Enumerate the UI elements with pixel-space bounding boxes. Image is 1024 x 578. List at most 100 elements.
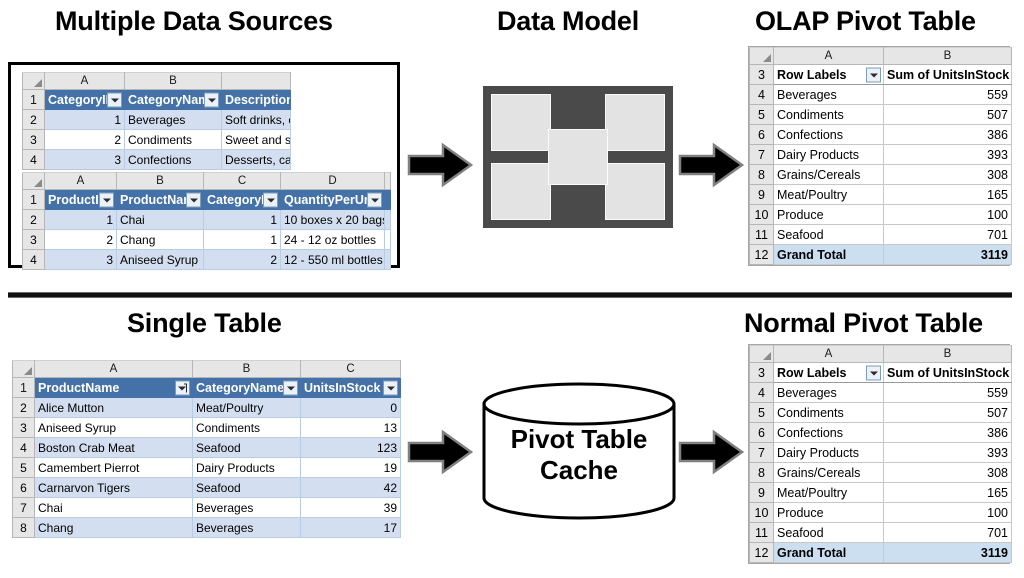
table-row[interactable]: 6 Confections 386 bbox=[749, 124, 1012, 145]
row-number[interactable]: 12 bbox=[749, 542, 774, 563]
row-number[interactable]: 7 bbox=[12, 497, 35, 518]
cell-value[interactable]: 701 bbox=[883, 224, 1012, 245]
row-number[interactable]: 9 bbox=[749, 482, 774, 503]
cell-unitsinstock[interactable]: 123 bbox=[300, 437, 401, 458]
header-unitsinstock[interactable]: UnitsInStock bbox=[300, 377, 401, 398]
table-row[interactable]: 3 Aniseed Syrup Condiments 13 bbox=[12, 417, 401, 438]
filter-dropdown-icon[interactable] bbox=[99, 192, 114, 207]
cell-description[interactable]: Sweet and sa bbox=[221, 129, 291, 150]
cell-grand-total-label[interactable]: Grand Total bbox=[773, 542, 884, 563]
cell-productname[interactable]: Aniseed Syrup bbox=[116, 249, 204, 270]
cell-categoryid[interactable]: 1 bbox=[44, 109, 125, 130]
column-letter-a[interactable]: A bbox=[44, 72, 125, 90]
column-letter-a[interactable]: A bbox=[773, 47, 884, 65]
table-row[interactable]: 6 Carnarvon Tigers Seafood 42 bbox=[12, 477, 401, 498]
filter-dropdown-icon[interactable] bbox=[107, 92, 122, 107]
cell-row-label[interactable]: Beverages bbox=[773, 382, 884, 403]
row-number[interactable]: 11 bbox=[749, 224, 774, 245]
cell-productname[interactable]: Aniseed Syrup bbox=[34, 417, 193, 438]
cell-row-label[interactable]: Meat/Poultry bbox=[773, 184, 884, 205]
row-number[interactable]: 4 bbox=[12, 437, 35, 458]
select-all-corner-icon[interactable] bbox=[12, 360, 35, 378]
table-row[interactable]: 4 Beverages 559 bbox=[749, 382, 1012, 403]
table-row[interactable]: 4 3 Aniseed Syrup 2 12 - 550 ml bottles bbox=[22, 249, 391, 270]
cell-productid[interactable]: 1 bbox=[44, 209, 117, 230]
cell-row-label[interactable]: Condiments bbox=[773, 104, 884, 125]
row-number[interactable]: 4 bbox=[749, 382, 774, 403]
cell-productname[interactable]: Chai bbox=[116, 209, 204, 230]
table-row[interactable]: 8 Grains/Cereals 308 bbox=[749, 462, 1012, 483]
cell-categoryname[interactable]: Seafood bbox=[192, 477, 301, 498]
row-number[interactable]: 6 bbox=[749, 124, 774, 145]
row-number[interactable]: 6 bbox=[749, 422, 774, 443]
grand-total-row[interactable]: 12 Grand Total 3119 bbox=[749, 244, 1012, 265]
cell-row-label[interactable]: Condiments bbox=[773, 402, 884, 423]
categories-worksheet[interactable]: A B 1 CategoryID CategoryName Descriptio… bbox=[22, 72, 291, 170]
select-all-corner-icon[interactable] bbox=[22, 172, 45, 190]
table-row[interactable]: 11 Seafood 701 bbox=[749, 522, 1012, 543]
row-number[interactable]: 4 bbox=[22, 149, 45, 170]
row-number[interactable]: 8 bbox=[749, 164, 774, 185]
filter-dropdown-icon[interactable] bbox=[283, 380, 298, 395]
cell-productid[interactable]: 2 bbox=[44, 229, 117, 250]
row-number[interactable]: 12 bbox=[749, 244, 774, 265]
table-row[interactable]: 8 Grains/Cereals 308 bbox=[749, 164, 1012, 185]
row-number[interactable]: 8 bbox=[749, 462, 774, 483]
cell-row-label[interactable]: Dairy Products bbox=[773, 442, 884, 463]
filter-dropdown-icon[interactable] bbox=[204, 92, 219, 107]
cell-productname[interactable]: Chang bbox=[34, 517, 193, 538]
table-row[interactable]: 2 Alice Mutton Meat/Poultry 0 bbox=[12, 397, 401, 418]
table-row[interactable]: 5 Condiments 507 bbox=[749, 402, 1012, 423]
cell-unitsinstock[interactable]: 19 bbox=[300, 457, 401, 478]
header-productid[interactable]: ProductID bbox=[44, 189, 117, 210]
filter-dropdown-icon[interactable] bbox=[367, 192, 382, 207]
cell-productname[interactable]: Boston Crab Meat bbox=[34, 437, 193, 458]
cell-quantityperunit[interactable]: 10 boxes x 20 bags bbox=[280, 209, 385, 230]
row-number[interactable]: 1 bbox=[12, 377, 35, 398]
filter-dropdown-icon[interactable] bbox=[186, 192, 201, 207]
column-letter-a[interactable]: A bbox=[34, 360, 193, 378]
header-description[interactable]: Description bbox=[221, 89, 291, 110]
table-row[interactable]: 4 Boston Crab Meat Seafood 123 bbox=[12, 437, 401, 458]
row-number[interactable]: 8 bbox=[12, 517, 35, 538]
cell-unitsinstock[interactable]: 13 bbox=[300, 417, 401, 438]
cell-row-label[interactable]: Meat/Poultry bbox=[773, 482, 884, 503]
pivot-row-labels-header[interactable]: Row Labels bbox=[773, 362, 884, 383]
select-all-corner-icon[interactable] bbox=[749, 345, 774, 363]
table-row[interactable]: 4 3 Confections Desserts, can bbox=[22, 149, 291, 170]
row-number[interactable]: 3 bbox=[12, 417, 35, 438]
cell-quantityperunit[interactable]: 24 - 12 oz bottles bbox=[280, 229, 385, 250]
cell-row-label[interactable]: Grains/Cereals bbox=[773, 164, 884, 185]
cell-value[interactable]: 308 bbox=[883, 164, 1012, 185]
select-all-corner-icon[interactable] bbox=[22, 72, 45, 90]
table-row[interactable]: 2 1 Beverages Soft drinks, c bbox=[22, 109, 291, 130]
table-row[interactable]: 7 Chai Beverages 39 bbox=[12, 497, 401, 518]
cell-categoryid[interactable]: 1 bbox=[203, 229, 281, 250]
cell-row-label[interactable]: Beverages bbox=[773, 84, 884, 105]
cell-grand-total-value[interactable]: 3119 bbox=[883, 244, 1012, 265]
table-row[interactable]: 7 Dairy Products 393 bbox=[749, 144, 1012, 165]
cell-grand-total-label[interactable]: Grand Total bbox=[773, 244, 884, 265]
column-letter-c[interactable]: C bbox=[300, 360, 401, 378]
table-row[interactable]: 9 Meat/Poultry 165 bbox=[749, 184, 1012, 205]
cell-categoryname[interactable]: Meat/Poultry bbox=[192, 397, 301, 418]
filter-dropdown-icon[interactable] bbox=[263, 192, 278, 207]
cell-row-label[interactable]: Confections bbox=[773, 124, 884, 145]
cell-productname[interactable]: Chang bbox=[116, 229, 204, 250]
cell-description[interactable]: Soft drinks, c bbox=[221, 109, 291, 130]
table-row[interactable]: 10 Produce 100 bbox=[749, 502, 1012, 523]
row-number[interactable]: 11 bbox=[749, 522, 774, 543]
cell-value[interactable]: 165 bbox=[883, 184, 1012, 205]
cell-grand-total-value[interactable]: 3119 bbox=[883, 542, 1012, 563]
table-row[interactable]: 9 Meat/Poultry 165 bbox=[749, 482, 1012, 503]
column-letter-c[interactable]: C bbox=[203, 172, 281, 190]
cell-unitsinstock[interactable]: 17 bbox=[300, 517, 401, 538]
cell-categoryid[interactable]: 2 bbox=[44, 129, 125, 150]
cell-categoryid[interactable]: 3 bbox=[44, 149, 125, 170]
column-letter-b[interactable]: B bbox=[116, 172, 204, 190]
row-number[interactable]: 9 bbox=[749, 184, 774, 205]
row-number[interactable]: 5 bbox=[749, 402, 774, 423]
products-worksheet[interactable]: A B C D 1 ProductID ProductName Category… bbox=[22, 172, 391, 270]
row-number[interactable]: 3 bbox=[749, 362, 774, 383]
row-number[interactable]: 5 bbox=[749, 104, 774, 125]
